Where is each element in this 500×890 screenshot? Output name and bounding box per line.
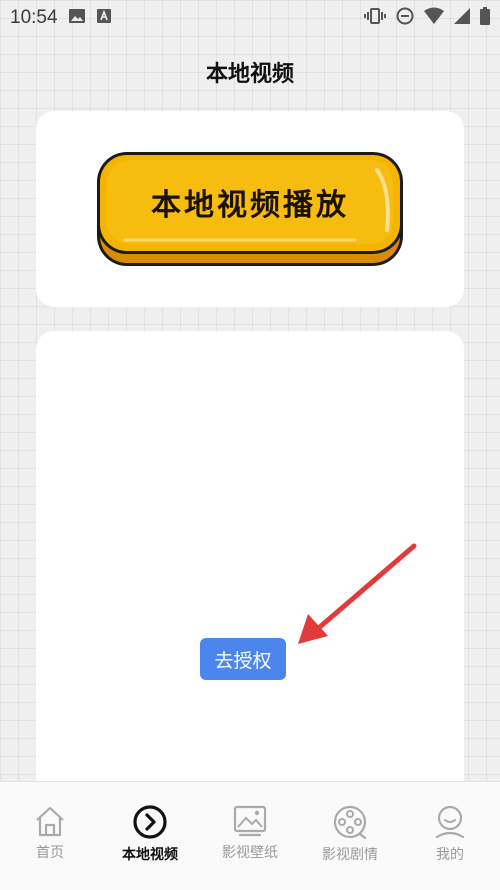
local-video-play-button[interactable]: 本地视频播放	[95, 150, 405, 268]
tab-local-video[interactable]: 本地视频	[100, 782, 200, 890]
tab-label: 首页	[36, 845, 64, 861]
pointer-arrow-icon	[298, 543, 417, 644]
a-text-icon	[96, 8, 112, 28]
home-icon	[36, 806, 64, 837]
play-button-label: 本地视频播放	[151, 188, 349, 223]
page-title: 本地视频	[205, 62, 294, 87]
image-icon	[68, 7, 86, 29]
status-bar: 10:54	[0, 0, 500, 36]
tab-plot[interactable]: 影视剧情	[300, 782, 400, 890]
status-time: 10:54	[10, 7, 58, 28]
bottom-tab-bar: 首页 本地视频 影视壁纸 影视剧情 我的	[0, 781, 500, 890]
battery-icon	[480, 7, 490, 29]
do-not-disturb-icon	[396, 7, 414, 29]
tab-label: 我的	[436, 847, 464, 863]
play-circle-icon	[133, 805, 167, 839]
film-reel-icon	[333, 805, 367, 840]
tab-label: 影视剧情	[322, 847, 378, 863]
tab-label: 影视壁纸	[222, 845, 278, 861]
picture-icon	[233, 805, 267, 837]
status-right	[364, 7, 490, 29]
tab-wallpaper[interactable]: 影视壁纸	[200, 782, 300, 890]
tab-home[interactable]: 首页	[0, 782, 100, 890]
status-left: 10:54	[10, 7, 112, 29]
signal-icon	[454, 7, 470, 29]
wifi-icon	[424, 7, 444, 29]
vibrate-icon	[364, 7, 386, 29]
user-icon	[435, 805, 465, 839]
tab-label: 本地视频	[122, 847, 178, 863]
tab-mine[interactable]: 我的	[400, 782, 500, 890]
authorize-button[interactable]: 去授权	[200, 638, 286, 680]
